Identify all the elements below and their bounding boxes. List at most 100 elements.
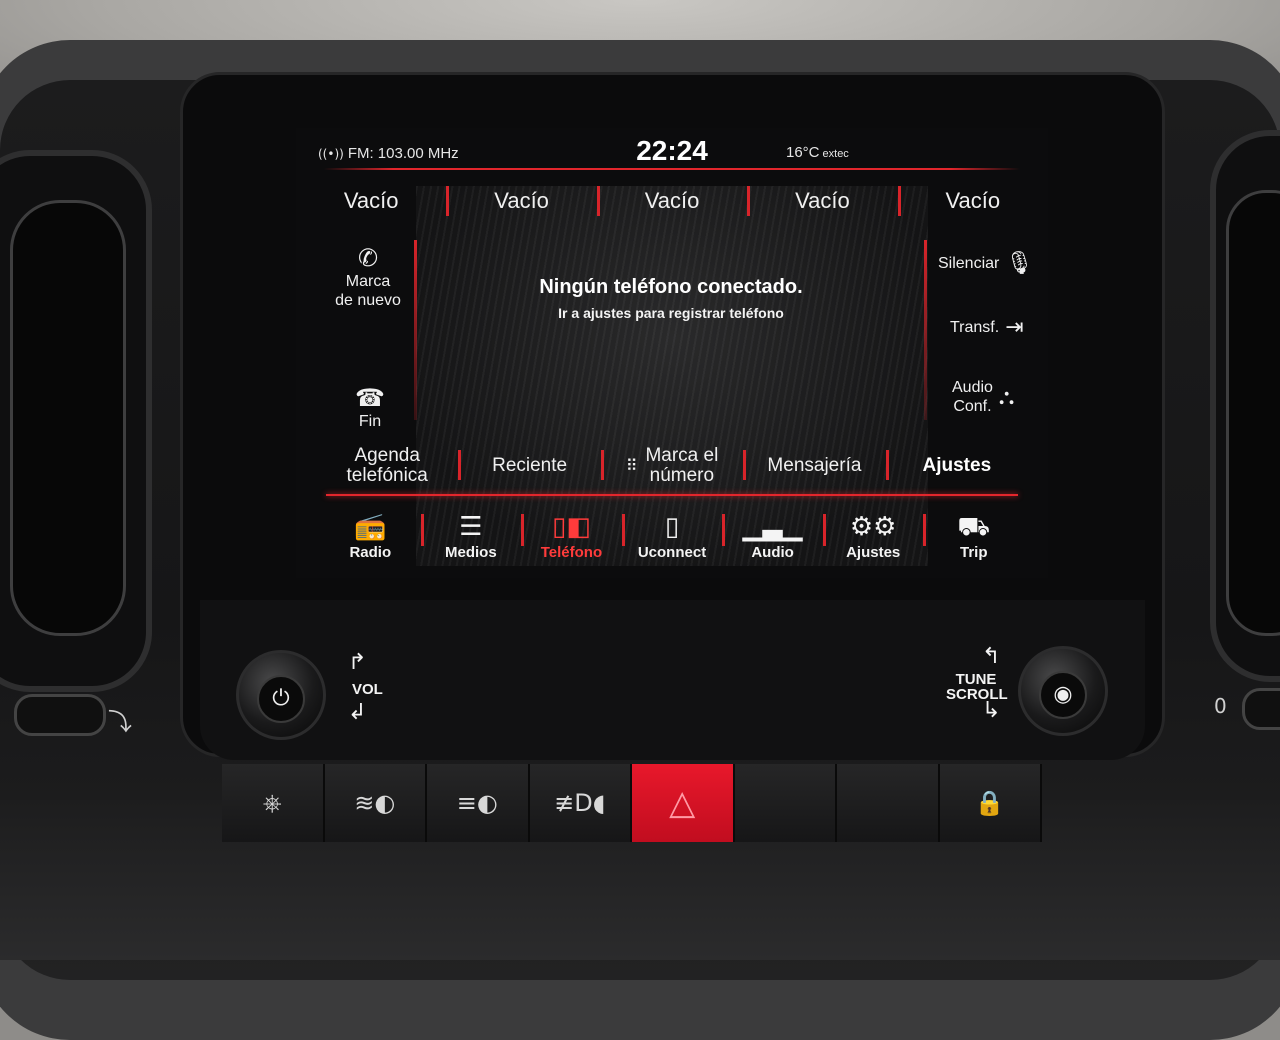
media-icon: ☰ bbox=[459, 512, 483, 542]
temperature-suffix: extec bbox=[822, 148, 849, 160]
transfer-button[interactable]: Transf. ⇥ bbox=[950, 315, 1024, 341]
steering-wheel-icon: ⎈ bbox=[262, 789, 282, 817]
headlight-leveling-button[interactable]: ≋◐ bbox=[324, 764, 427, 842]
favorite-slot-4[interactable]: Vacío bbox=[747, 178, 897, 224]
nav-audio[interactable]: ▁▃▁ Audio bbox=[722, 506, 823, 572]
nav-radio[interactable]: 📻 Radio bbox=[320, 506, 421, 572]
blank-button-2[interactable] bbox=[837, 764, 940, 842]
headlight-leveling-icon: ≋◐ bbox=[354, 789, 396, 817]
settings-label: Ajustes bbox=[922, 455, 992, 476]
menu-divider bbox=[326, 494, 1018, 496]
trip-icon: ⛟ bbox=[957, 512, 991, 542]
volume-down-arrow-icon: ↲ bbox=[348, 700, 367, 725]
volume-up-arrow-icon: ↱ bbox=[348, 650, 367, 675]
menu-recent[interactable]: Reciente bbox=[458, 442, 600, 490]
favorite-slot-2[interactable]: Vacío bbox=[446, 178, 596, 224]
outside-temperature: 16°C extec bbox=[786, 144, 849, 161]
hangup-icon: ☎ bbox=[355, 384, 385, 412]
no-phone-message: Ningún teléfono conectado. Ir a ajustes … bbox=[456, 276, 886, 321]
tune-down-arrow-icon: ↳ bbox=[982, 698, 1001, 723]
nav-phone[interactable]: ▯◧ Teléfono bbox=[521, 506, 622, 572]
infotainment-screen: ((•)) FM: 103.00 MHz 22:24 16°C extec Vací… bbox=[296, 128, 1048, 578]
nav-trip[interactable]: ⛟ Trip bbox=[923, 506, 1024, 572]
status-divider bbox=[324, 168, 1020, 170]
redial-label-line2: de nuevo bbox=[335, 292, 401, 309]
redial-button[interactable]: ✆ Marca de nuevo bbox=[326, 244, 410, 310]
phonebook-line2: telefónica bbox=[346, 465, 428, 486]
message-subtitle: Ir a ajustes para registrar teléfono bbox=[558, 305, 784, 321]
keypad-icon: ⠿ bbox=[625, 456, 638, 475]
headlight-button[interactable]: ≡◐ bbox=[427, 764, 530, 842]
clock: 22:24 bbox=[636, 135, 708, 166]
nav-uconnect[interactable]: ▯ Uconnect bbox=[621, 506, 723, 572]
uconnect-icon: ▯ bbox=[664, 512, 680, 542]
volume-knob[interactable]: ⏻ bbox=[236, 650, 326, 740]
recent-label: Reciente bbox=[492, 455, 568, 476]
right-divider bbox=[924, 240, 927, 420]
menu-settings[interactable]: Ajustes bbox=[885, 442, 1028, 490]
power-icon: ⏻ bbox=[257, 675, 305, 723]
right-vent-value: 0 bbox=[1214, 694, 1227, 718]
enter-icon: ◉ bbox=[1039, 671, 1087, 719]
mute-button[interactable]: Silenciar 🎙 bbox=[938, 251, 1034, 277]
favorite-slot-5[interactable]: Vacío bbox=[897, 178, 1048, 224]
right-air-vent-slot bbox=[1226, 190, 1280, 636]
left-air-vent-slot bbox=[10, 200, 126, 636]
conference-label: Audio Conf. bbox=[952, 378, 993, 416]
nav-phone-label: Teléfono bbox=[540, 544, 603, 561]
volume-label: VOL bbox=[352, 681, 383, 698]
fog-light-icon: ≢D◖ bbox=[554, 789, 606, 817]
menu-phonebook[interactable]: Agenda telefónica bbox=[316, 442, 458, 490]
hardware-button-row: ⎈ ≋◐ ≡◐ ≢D◖ △ 🔒 bbox=[222, 764, 1042, 842]
air-flow-icon: ⤵ bbox=[108, 708, 132, 736]
nav-settings[interactable]: ⚙⚙ Ajustes bbox=[822, 506, 924, 572]
left-divider bbox=[414, 240, 417, 420]
right-vent-lever[interactable] bbox=[1242, 688, 1280, 730]
door-lock-button[interactable]: 🔒 bbox=[939, 764, 1042, 842]
temperature-value: 16°C bbox=[786, 144, 820, 161]
menu-dial-number[interactable]: ⠿ Marca el número bbox=[600, 442, 743, 490]
phone-icon: ✆ bbox=[357, 244, 379, 272]
audio-conference-button[interactable]: Audio Conf. ⛬ bbox=[952, 378, 1014, 416]
phone-menu: Agenda telefónica Reciente ⠿ Marca el númer… bbox=[316, 442, 1028, 490]
redial-label-line1: Marca bbox=[345, 273, 391, 290]
conference-label-line2: Conf. bbox=[953, 398, 992, 415]
nav-uconnect-label: Uconnect bbox=[637, 544, 707, 561]
dial-line1: Marca el bbox=[645, 445, 719, 466]
end-call-label: Fin bbox=[358, 413, 382, 430]
tune-knob[interactable]: ◉ bbox=[1018, 646, 1108, 736]
nav-trip-label: Trip bbox=[960, 544, 988, 561]
fog-light-button[interactable]: ≢D◖ bbox=[529, 764, 632, 842]
conference-icon: ⛬ bbox=[998, 384, 1015, 410]
dial-line2: número bbox=[649, 465, 715, 486]
transfer-label: Transf. bbox=[950, 319, 1000, 337]
menu-messaging[interactable]: Mensajería bbox=[743, 442, 885, 490]
headlight-icon: ≡◐ bbox=[456, 789, 498, 817]
nav-media-label: Medios bbox=[445, 544, 497, 561]
tune-up-arrow-icon: ↰ bbox=[982, 644, 1001, 669]
nav-media[interactable]: ☰ Medios bbox=[420, 506, 522, 572]
nav-settings-label: Ajustes bbox=[846, 544, 901, 561]
hazard-button[interactable]: △ bbox=[632, 764, 735, 842]
settings-icon: ⚙⚙ bbox=[849, 512, 897, 542]
radio-icon: 📻 bbox=[354, 512, 387, 542]
transfer-icon: ⇥ bbox=[1005, 315, 1024, 341]
mute-label: Silenciar bbox=[938, 255, 1000, 273]
hazard-icon: △ bbox=[669, 783, 696, 823]
left-vent-lever[interactable] bbox=[14, 694, 106, 736]
audio-icon: ▁▃▁ bbox=[742, 512, 803, 542]
favorite-slot-3[interactable]: Vacío bbox=[596, 178, 747, 224]
messaging-label: Mensajería bbox=[767, 455, 862, 476]
phonebook-line1: Agenda bbox=[354, 445, 420, 466]
main-nav: 📻 Radio ☰ Medios ▯◧ Teléfono ▯ Uconnect ▁▃▁ A… bbox=[320, 506, 1024, 572]
nav-audio-label: Audio bbox=[751, 544, 794, 561]
mute-mic-icon: 🎙 bbox=[1005, 251, 1034, 277]
end-call-button[interactable]: ☎ Fin bbox=[340, 384, 400, 431]
favorites-row: Vacío Vacío Vacío Vacío Vacío bbox=[296, 178, 1048, 224]
conference-label-line1: Audio bbox=[952, 379, 993, 396]
blank-button-1[interactable] bbox=[734, 764, 837, 842]
favorite-slot-1[interactable]: Vacío bbox=[296, 178, 446, 224]
status-bar: ((•)) FM: 103.00 MHz 22:24 16°C extec bbox=[296, 128, 1048, 168]
lock-icon: 🔒 bbox=[974, 789, 1005, 817]
steering-wheel-button[interactable]: ⎈ bbox=[222, 764, 325, 842]
